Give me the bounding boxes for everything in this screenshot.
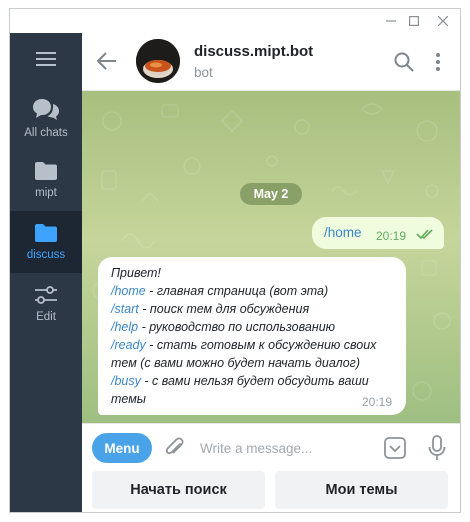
message-text: - главная страница (вот эта) <box>145 284 329 298</box>
sliders-icon <box>35 286 57 304</box>
more-vertical-icon <box>436 53 440 71</box>
message-line: /busy - с вами нельзя будет обсудить ваш… <box>111 374 369 388</box>
sidebar-item-mipt[interactable]: mipt <box>10 149 82 211</box>
date-separator: May 2 <box>240 183 302 205</box>
message-line: /ready - стать готовым к обсуждению свои… <box>111 338 376 352</box>
message-line: /start - поиск тем для обсуждения <box>111 302 309 316</box>
message-time: 20:19 <box>362 395 393 409</box>
message-line: Привет! <box>111 266 161 280</box>
back-button[interactable] <box>96 50 118 72</box>
message-line: /help - руководство по использованию <box>111 320 335 334</box>
message-text: - поиск тем для обсуждения <box>138 302 310 316</box>
command-link-ready[interactable]: /ready <box>111 338 146 352</box>
message-text: темы <box>111 392 146 406</box>
minimize-icon <box>386 20 396 22</box>
bot-menu-button[interactable]: Menu <box>92 433 152 463</box>
incoming-message[interactable]: Привет! /home - главная страница (вот эт… <box>98 257 406 415</box>
message-text: тем (с вами можно будет начать диалог) <box>111 356 360 370</box>
maximize-icon <box>409 16 419 26</box>
tea-cup-icon <box>136 39 180 83</box>
message-text: Привет! <box>111 266 161 280</box>
command-link-start[interactable]: /start <box>111 302 139 316</box>
message-list[interactable]: May 2 /home 20:19 Привет! /home - главна… <box>82 91 460 423</box>
avatar[interactable] <box>136 39 180 83</box>
sidebar-item-label: Edit <box>36 311 56 323</box>
sidebar-item-discuss[interactable]: discuss <box>10 211 82 273</box>
hamburger-icon <box>36 52 56 66</box>
title-bar <box>10 9 460 33</box>
folder-icon <box>35 224 57 242</box>
search-button[interactable] <box>392 50 416 74</box>
command-link-home[interactable]: /home <box>111 284 146 298</box>
sidebar-item-label: mipt <box>35 187 57 199</box>
voice-record-button[interactable] <box>428 435 446 461</box>
bot-keyboard-button[interactable] <box>384 437 406 459</box>
arrow-left-icon <box>96 52 116 70</box>
message-time: 20:19 <box>376 229 407 243</box>
bot-keyboard: Начать поиск Мои темы <box>82 471 460 512</box>
sidebar-item-label: All chats <box>24 127 68 139</box>
close-button[interactable] <box>426 9 460 33</box>
outgoing-message[interactable]: /home 20:19 <box>312 217 444 249</box>
double-check-icon <box>416 229 433 240</box>
telegram-window: All chats mipt discuss Edit discuss.mipt… <box>9 8 461 513</box>
message-line: темы <box>111 392 146 406</box>
more-button[interactable] <box>432 50 444 74</box>
chat-title: discuss.mipt.bot <box>194 43 314 60</box>
start-search-button[interactable]: Начать поиск <box>92 471 265 509</box>
sidebar-item-all-chats[interactable]: All chats <box>10 87 82 149</box>
my-topics-button[interactable]: Мои темы <box>275 471 448 509</box>
message-line: тем (с вами можно будет начать диалог) <box>111 356 360 370</box>
main-menu-button[interactable] <box>10 43 82 75</box>
folder-icon <box>35 162 57 180</box>
attach-button[interactable] <box>164 436 186 460</box>
chat-bubbles-icon <box>33 99 59 120</box>
command-link-help[interactable]: /help <box>111 320 138 334</box>
sidebar-item-edit[interactable]: Edit <box>10 273 82 335</box>
message-text: - стать готовым к обсуждению своих <box>145 338 377 352</box>
message-input[interactable] <box>200 436 370 460</box>
message-text[interactable]: /home <box>324 225 362 240</box>
message-text: - с вами нельзя будет обсудить ваши <box>140 374 369 388</box>
chat-header: discuss.mipt.bot bot <box>82 33 460 91</box>
message-composer: Menu <box>82 423 460 471</box>
message-line: /home - главная страница (вот эта) <box>111 284 328 298</box>
chat-panel: discuss.mipt.bot bot May 2 /home 20:19 П… <box>82 33 460 512</box>
microphone-icon <box>428 435 446 460</box>
command-link-busy[interactable]: /busy <box>111 374 141 388</box>
close-icon <box>438 16 448 26</box>
sidebar-item-label: discuss <box>26 249 66 261</box>
paperclip-icon <box>165 437 184 455</box>
chat-subtitle: bot <box>194 65 213 80</box>
sidebar: All chats mipt discuss Edit <box>10 33 82 512</box>
search-icon <box>394 52 414 72</box>
keyboard-toggle-icon <box>384 437 406 459</box>
message-text: - руководство по использованию <box>138 320 336 334</box>
